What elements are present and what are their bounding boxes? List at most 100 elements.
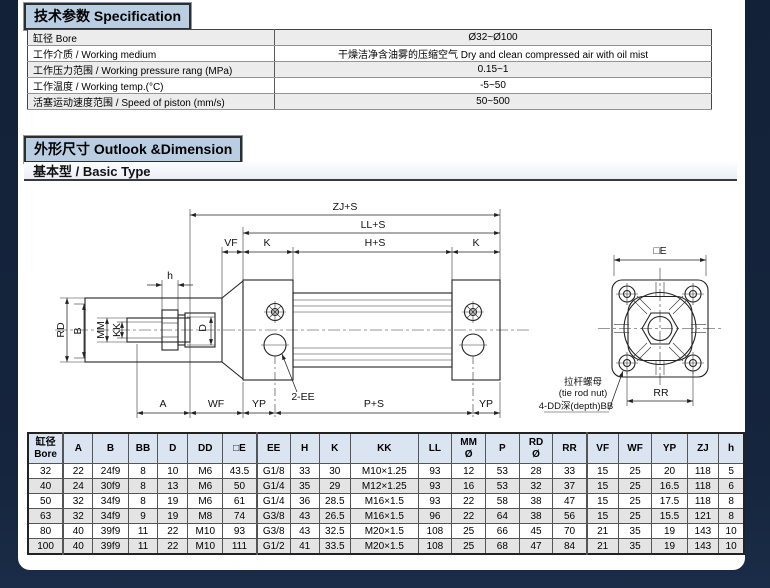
rear-cap-screw	[462, 301, 484, 323]
dim-header-cell: DD	[188, 433, 223, 464]
dim-data-cell: 8	[719, 494, 744, 509]
gland-taper-bottom	[222, 362, 243, 379]
dim-data-cell: 50	[223, 479, 257, 494]
dim-label-rr: RR	[653, 387, 669, 399]
dim-data-cell: 15	[587, 464, 619, 479]
dim-label-wf: WF	[208, 398, 224, 410]
dim-data-cell: 22	[158, 539, 188, 555]
dim-data-cell: M8	[188, 509, 223, 524]
dim-label-a: A	[159, 398, 166, 410]
dim-data-row: 503234f9819M661G1/43628.5M16×1.593225838…	[28, 494, 744, 509]
dim-header-cell: 缸径Bore	[28, 433, 63, 464]
dim-data-cell: 111	[223, 539, 257, 555]
dim-label-vf: VF	[224, 237, 237, 249]
dim-data-cell: 58	[485, 494, 519, 509]
dim-data-cell: 10	[719, 524, 744, 539]
dim-data-cell: 8	[128, 464, 158, 479]
spec-label-cell: 工作介质 / Working medium	[28, 46, 275, 62]
dim-data-cell: 28.5	[319, 494, 351, 509]
dim-data-cell: 35	[618, 539, 652, 555]
spec-row: 工作温度 / Working temp.(°C)-5~50	[28, 78, 712, 94]
dim-data-cell: 25	[618, 464, 652, 479]
dim-data-cell: G3/8	[257, 509, 291, 524]
dim-data-cell: 43.5	[223, 464, 257, 479]
dim-data-cell: 15	[587, 509, 619, 524]
dim-data-cell: 56	[553, 509, 587, 524]
dim-header-cell: ZJ	[687, 433, 719, 464]
dim-data-cell: 25	[452, 524, 486, 539]
dim-data-cell: 108	[418, 539, 452, 555]
dim-label-p-s: P+S	[364, 398, 384, 410]
dim-data-cell: 40	[28, 479, 63, 494]
dim-data-cell: 15.5	[652, 509, 687, 524]
dim-data-cell: 96	[418, 509, 452, 524]
dim-data-cell: 16.5	[652, 479, 687, 494]
dim-data-cell: 100	[28, 539, 63, 555]
dim-data-cell: 25	[618, 494, 652, 509]
piston-rod	[127, 318, 190, 342]
dim-data-cell: M6	[188, 494, 223, 509]
dim-data-cell: 10	[719, 539, 744, 555]
dim-data-cell: 33	[290, 464, 319, 479]
dim-data-cell: 30f9	[93, 479, 128, 494]
dim-data-cell: 34f9	[93, 494, 128, 509]
dim-data-cell: 35	[618, 524, 652, 539]
dim-data-cell: 19	[158, 509, 188, 524]
dim-label-d: D	[197, 324, 209, 332]
dim-label-mm: MM	[95, 321, 107, 339]
dim-data-cell: 37	[553, 479, 587, 494]
dim-header-cell: RR	[553, 433, 587, 464]
dim-data-cell: 84	[553, 539, 587, 555]
spec-label-cell: 工作温度 / Working temp.(°C)	[28, 78, 275, 94]
dim-label-ll-s: LL+S	[361, 219, 386, 231]
dim-data-cell: 33	[553, 464, 587, 479]
dim-header-row: 缸径BoreABBBDDD□EEEHKKKLLMMØPRDØRRVFWFYPZJ…	[28, 433, 744, 464]
dim-data-cell: 34f9	[93, 509, 128, 524]
dim-data-cell: 118	[687, 464, 719, 479]
dim-data-cell: 40	[63, 524, 93, 539]
dim-data-row: 402430f9813M650G1/43529M12×1.25931653323…	[28, 479, 744, 494]
dim-data-cell: 41	[290, 539, 319, 555]
spec-value-cell: 0.15~1	[275, 62, 712, 78]
dim-header-cell: K	[319, 433, 351, 464]
dim-header-cell: H	[290, 433, 319, 464]
dim-header-cell: WF	[618, 433, 652, 464]
dim-data-cell: 93	[418, 494, 452, 509]
gland-taper-top	[222, 281, 243, 298]
front-cap-screw	[264, 301, 286, 323]
dim-data-cell: 24	[63, 479, 93, 494]
dim-data-cell: 19	[158, 494, 188, 509]
dimension-section-title: 外形尺寸 Outlook &Dimension	[24, 136, 242, 163]
dim-header-cell: D	[158, 433, 188, 464]
dim-data-cell: 28	[519, 464, 553, 479]
dim-data-cell: 10	[158, 464, 188, 479]
dim-data-cell: 21	[587, 539, 619, 555]
dim-data-cell: 8	[128, 479, 158, 494]
dim-data-cell: 19	[652, 539, 687, 555]
dim-data-cell: 32	[63, 509, 93, 524]
dim-header-cell: KK	[351, 433, 418, 464]
dim-label-b: B	[72, 327, 84, 334]
dim-data-cell: 32	[63, 494, 93, 509]
dim-data-cell: M6	[188, 479, 223, 494]
dim-data-cell: 108	[418, 524, 452, 539]
dim-data-cell: 29	[319, 479, 351, 494]
dim-data-cell: M16×1.5	[351, 494, 418, 509]
dim-data-cell: 93	[418, 464, 452, 479]
dim-data-cell: M12×1.25	[351, 479, 418, 494]
dim-data-cell: 50	[28, 494, 63, 509]
dim-data-cell: 16	[452, 479, 486, 494]
dim-header-cell: EE	[257, 433, 291, 464]
dim-data-row: 322224f9810M643.5G1/83330M10×1.259312532…	[28, 464, 744, 479]
dim-data-cell: 35	[290, 479, 319, 494]
dim-data-cell: 25	[618, 479, 652, 494]
dim-data-cell: 70	[553, 524, 587, 539]
spec-row: 工作压力范围 / Working pressure rang (MPa)0.15…	[28, 62, 712, 78]
dim-data-cell: 12	[452, 464, 486, 479]
dim-header-cell: VF	[587, 433, 619, 464]
dim-data-cell: 47	[553, 494, 587, 509]
dim-header-cell: h	[719, 433, 744, 464]
dim-label-k-right: K	[472, 237, 479, 249]
dim-data-cell: 68	[485, 539, 519, 555]
dim-data-cell: 33.5	[319, 539, 351, 555]
